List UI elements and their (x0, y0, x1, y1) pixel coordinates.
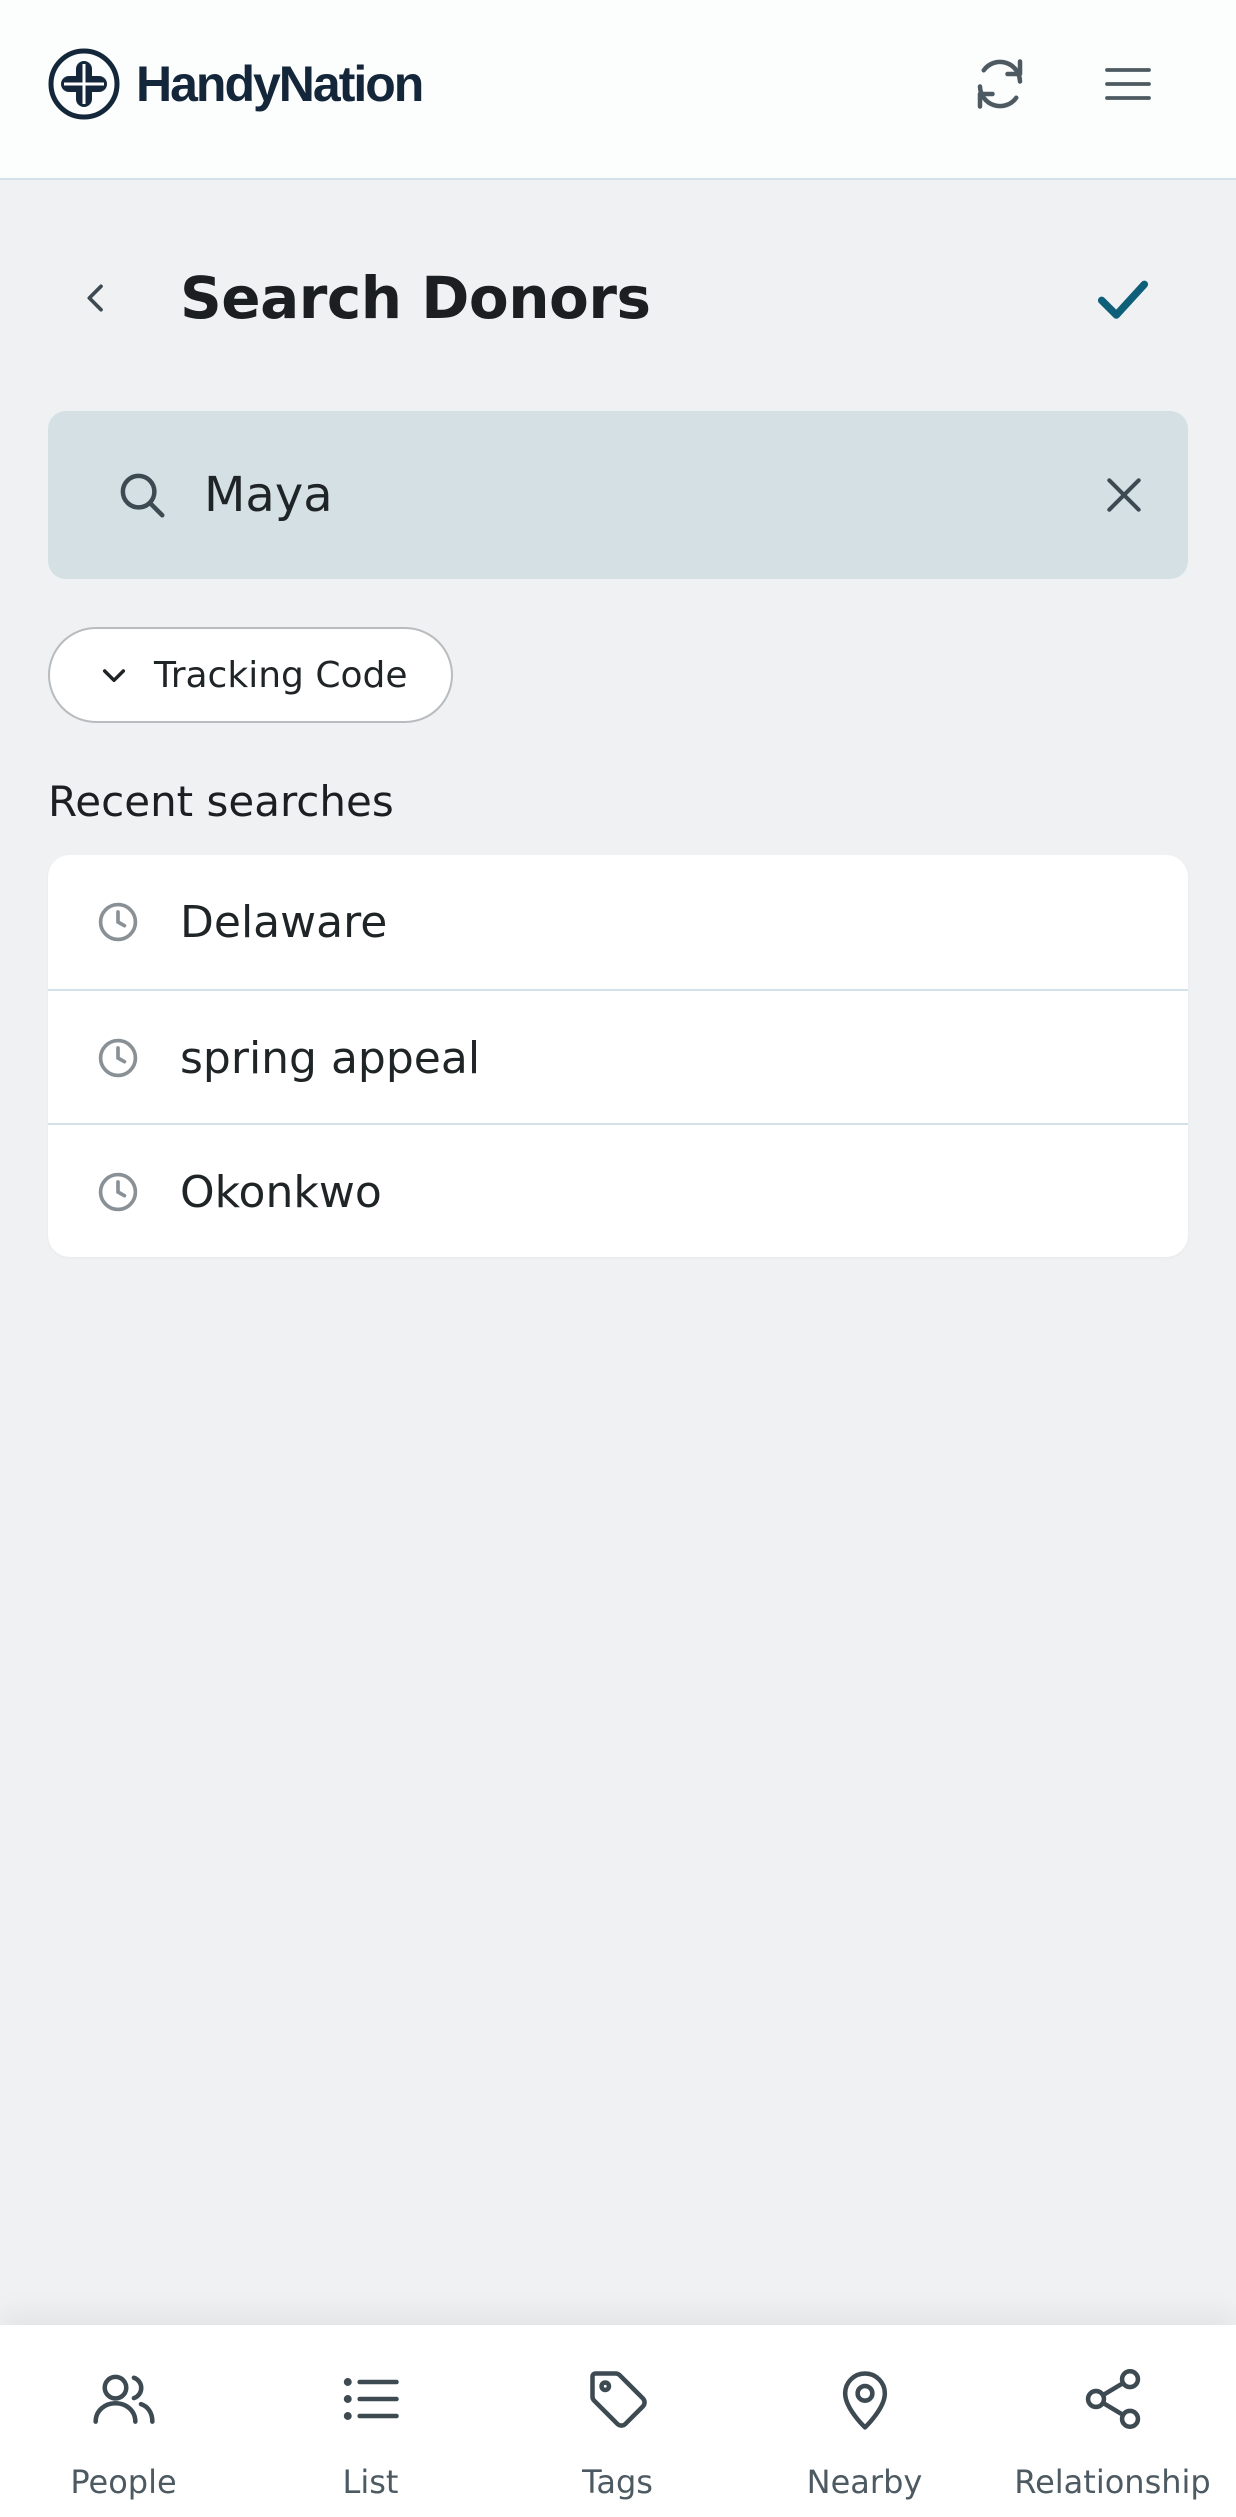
tracking-code-filter[interactable]: Tracking Code (48, 627, 453, 723)
brand[interactable]: HandyNation (48, 48, 424, 120)
list-icon (343, 2378, 399, 2420)
refresh-icon (977, 59, 1023, 109)
nav-label: Tags (582, 2463, 653, 2501)
recent-search-label: Delaware (180, 896, 388, 948)
nav-label: Nearby (806, 2463, 923, 2501)
nav-label: List (342, 2463, 399, 2501)
recent-searches-list: Delaware spring appeal Okonkwo (48, 855, 1188, 1257)
share-network-icon (1085, 2368, 1140, 2430)
clock-icon (98, 1172, 138, 1212)
clock-icon (98, 1038, 138, 1078)
nav-label: Relationship (1014, 2463, 1211, 2501)
nav-item-nearby[interactable]: Nearby (741, 2325, 988, 2517)
nav-item-people[interactable]: People (0, 2325, 247, 2517)
menu-button[interactable] (1088, 44, 1168, 124)
chevron-left-icon (87, 284, 103, 312)
handynation-logo-icon (48, 48, 120, 120)
page-title: Search Donors (180, 264, 651, 332)
nav-item-tags[interactable]: Tags (494, 2325, 741, 2517)
recent-search-item[interactable]: spring appeal (48, 989, 1188, 1125)
tag-icon (589, 2371, 647, 2428)
nav-item-list[interactable]: List (247, 2325, 494, 2517)
map-pin-icon (842, 2371, 887, 2430)
people-icon (92, 2374, 155, 2424)
tracking-code-label: Tracking Code (154, 654, 408, 696)
refresh-button[interactable] (960, 44, 1040, 124)
confirm-button[interactable] (1080, 256, 1166, 342)
brand-name: HandyNation (136, 56, 424, 112)
recent-search-item[interactable]: Okonkwo (48, 1123, 1188, 1257)
hamburger-menu-icon (1105, 68, 1151, 100)
close-icon (1107, 478, 1141, 512)
nav-label: People (70, 2463, 177, 2501)
app-header: HandyNation (0, 0, 1236, 180)
bottom-navigation: People List Tags Nearby Relationship (0, 2325, 1236, 2517)
recent-search-item[interactable]: Delaware (48, 855, 1188, 989)
search-box (48, 411, 1188, 579)
recent-search-label: spring appeal (180, 1032, 481, 1084)
nav-item-relationship[interactable]: Relationship (989, 2325, 1236, 2517)
recent-searches-title: Recent searches (48, 777, 394, 826)
recent-search-label: Okonkwo (180, 1166, 382, 1218)
search-icon (120, 473, 165, 518)
search-icon-container (100, 453, 184, 537)
clear-search-button[interactable] (1082, 453, 1166, 537)
chevron-down-icon (94, 655, 134, 695)
search-input[interactable] (204, 451, 1004, 539)
checkmark-icon (1097, 280, 1149, 319)
clock-icon (98, 902, 138, 942)
back-button[interactable] (60, 258, 132, 338)
